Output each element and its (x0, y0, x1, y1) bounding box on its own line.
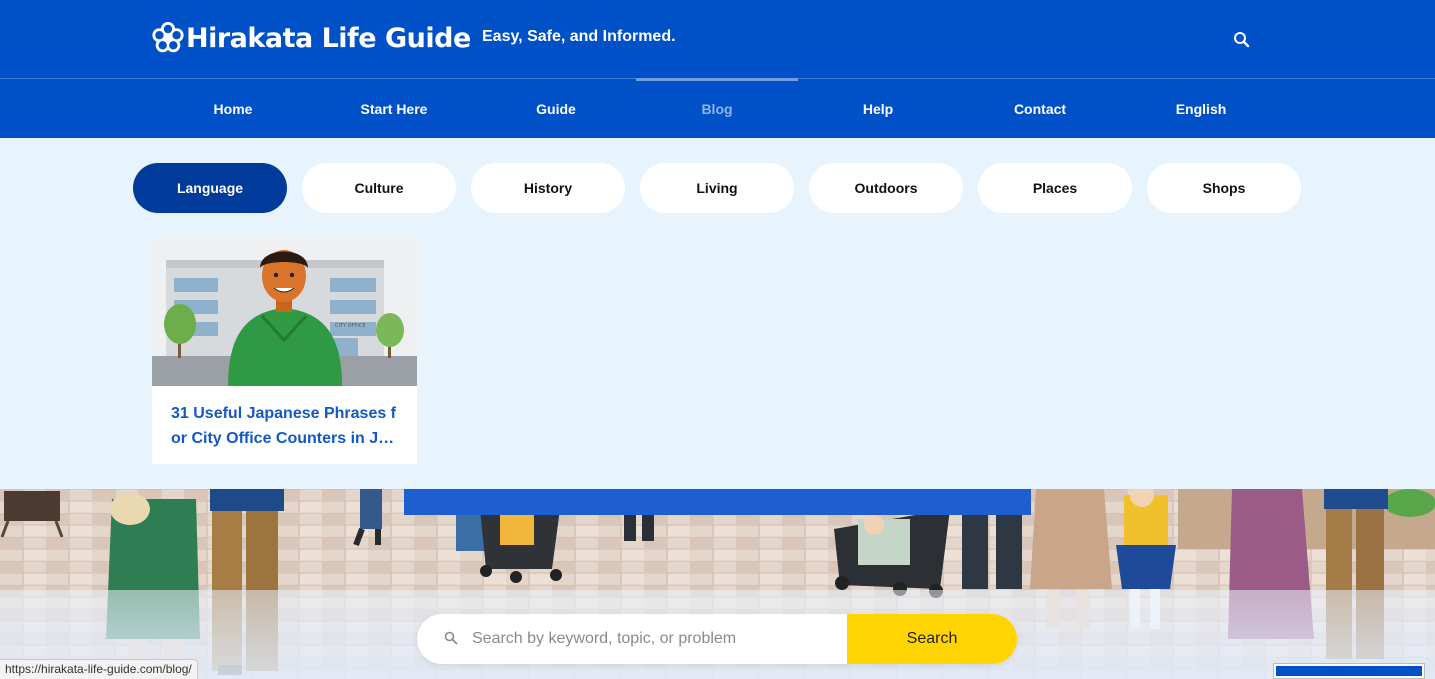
main-nav: Home Start Here Guide Blog Help Contact … (0, 78, 1435, 138)
post-title[interactable]: 31 Useful Japanese Phrases f or City Off… (171, 401, 403, 451)
site-tagline: Easy, Safe, and Informed. (482, 28, 676, 45)
category-culture[interactable]: Culture (302, 163, 456, 213)
nav-start-here[interactable]: Start Here (313, 79, 475, 139)
nav-guide[interactable]: Guide (475, 79, 637, 139)
nav-contact[interactable]: Contact (959, 79, 1121, 139)
category-living[interactable]: Living (640, 163, 794, 213)
sign-text: CITY OFFICE (335, 323, 365, 329)
nav-language-english[interactable]: English (1120, 79, 1282, 139)
flower-logo-icon (152, 22, 184, 53)
category-places[interactable]: Places (978, 163, 1132, 213)
site-search-bar: Search (417, 614, 1017, 664)
post-thumbnail: CITY OFFICE (152, 238, 417, 386)
post-title-line-1: 31 Useful Japanese Phrases f (171, 405, 397, 422)
search-input[interactable] (472, 614, 842, 664)
site-header: Hirakata Life Guide Easy, Safe, and Info… (0, 0, 1435, 78)
page-preview-thumbnail (1273, 663, 1425, 679)
post-card[interactable]: CITY OFFICE 31 Useful Japanese Phrases f… (152, 238, 417, 464)
search-icon[interactable] (1232, 30, 1252, 50)
search-button[interactable]: Search (847, 614, 1017, 664)
category-shops[interactable]: Shops (1147, 163, 1301, 213)
nav-blog[interactable]: Blog (636, 78, 798, 139)
category-outdoors[interactable]: Outdoors (809, 163, 963, 213)
site-logo[interactable]: Hirakata Life Guide (152, 22, 471, 54)
category-history[interactable]: History (471, 163, 625, 213)
search-icon (444, 631, 458, 645)
site-name: Hirakata Life Guide (186, 22, 471, 54)
nav-home[interactable]: Home (152, 79, 314, 139)
post-title-line-2: or City Office Counters in J… (171, 430, 395, 447)
status-bar-url: https://hirakata-life-guide.com/blog/ (0, 659, 198, 679)
category-language[interactable]: Language (133, 163, 287, 213)
nav-help[interactable]: Help (797, 79, 959, 139)
hero-banner-strip (404, 489, 1031, 515)
